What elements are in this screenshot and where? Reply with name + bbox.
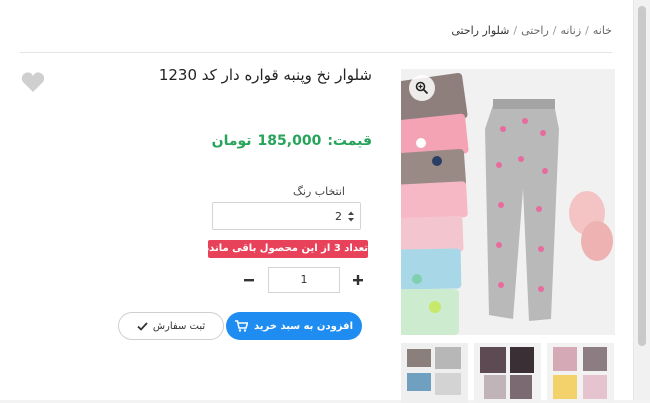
breadcrumb-home[interactable]: خانه	[593, 24, 612, 37]
quantity-increase-button[interactable]	[349, 271, 367, 289]
price-value: 185,000	[257, 133, 322, 149]
color-select-value: 2	[335, 210, 342, 223]
thumbnail-1[interactable]	[401, 343, 468, 403]
breadcrumb: خانه/زنانه/راحتی/شلوار راحتی	[451, 24, 612, 37]
wishlist-button[interactable]	[21, 71, 45, 97]
zoom-button[interactable]	[409, 75, 435, 101]
check-icon	[137, 321, 148, 331]
add-to-cart-button[interactable]: افزودن به سبد خرید	[226, 312, 362, 340]
breadcrumb-women[interactable]: زنانه	[560, 24, 581, 37]
minus-icon	[244, 279, 254, 282]
quantity-decrease-button[interactable]	[240, 271, 258, 289]
cart-icon	[235, 320, 248, 332]
thumbnail-2[interactable]	[474, 343, 541, 403]
product-price: قیمت: 185,000 تومان	[212, 133, 372, 149]
quantity-input[interactable]: 1	[268, 267, 340, 293]
select-arrows-icon	[348, 211, 354, 222]
color-select[interactable]: 2	[212, 202, 361, 230]
product-title: شلوار نخ وپنبه قواره دار کد 1230	[158, 66, 372, 84]
breadcrumb-casual[interactable]: راحتی	[521, 24, 549, 37]
price-label: قیمت:	[327, 133, 372, 149]
price-currency: تومان	[211, 133, 252, 149]
add-to-cart-label: افزودن به سبد خرید	[254, 320, 353, 332]
plus-icon	[353, 275, 363, 285]
breadcrumb-current: شلوار راحتی	[451, 24, 510, 37]
color-select-label: انتخاب رنگ	[293, 185, 345, 198]
zoom-in-icon	[415, 81, 429, 95]
scrollbar-thumb[interactable]	[638, 6, 646, 346]
place-order-label: ثبت سفارش	[152, 320, 206, 332]
stock-badge: تعداد 3 از این محصول باقی مانده است	[176, 240, 368, 258]
vertical-scrollbar[interactable]	[633, 0, 650, 400]
product-main-image[interactable]	[401, 69, 615, 335]
heart-icon	[21, 72, 45, 92]
breadcrumb-divider	[20, 52, 612, 53]
product-page: خانه/زنانه/راحتی/شلوار راحتی شلوار نخ وپ…	[0, 0, 634, 403]
place-order-button[interactable]: ثبت سفارش	[118, 312, 224, 340]
thumbnail-strip	[401, 343, 615, 403]
thumbnail-3[interactable]	[547, 343, 614, 403]
